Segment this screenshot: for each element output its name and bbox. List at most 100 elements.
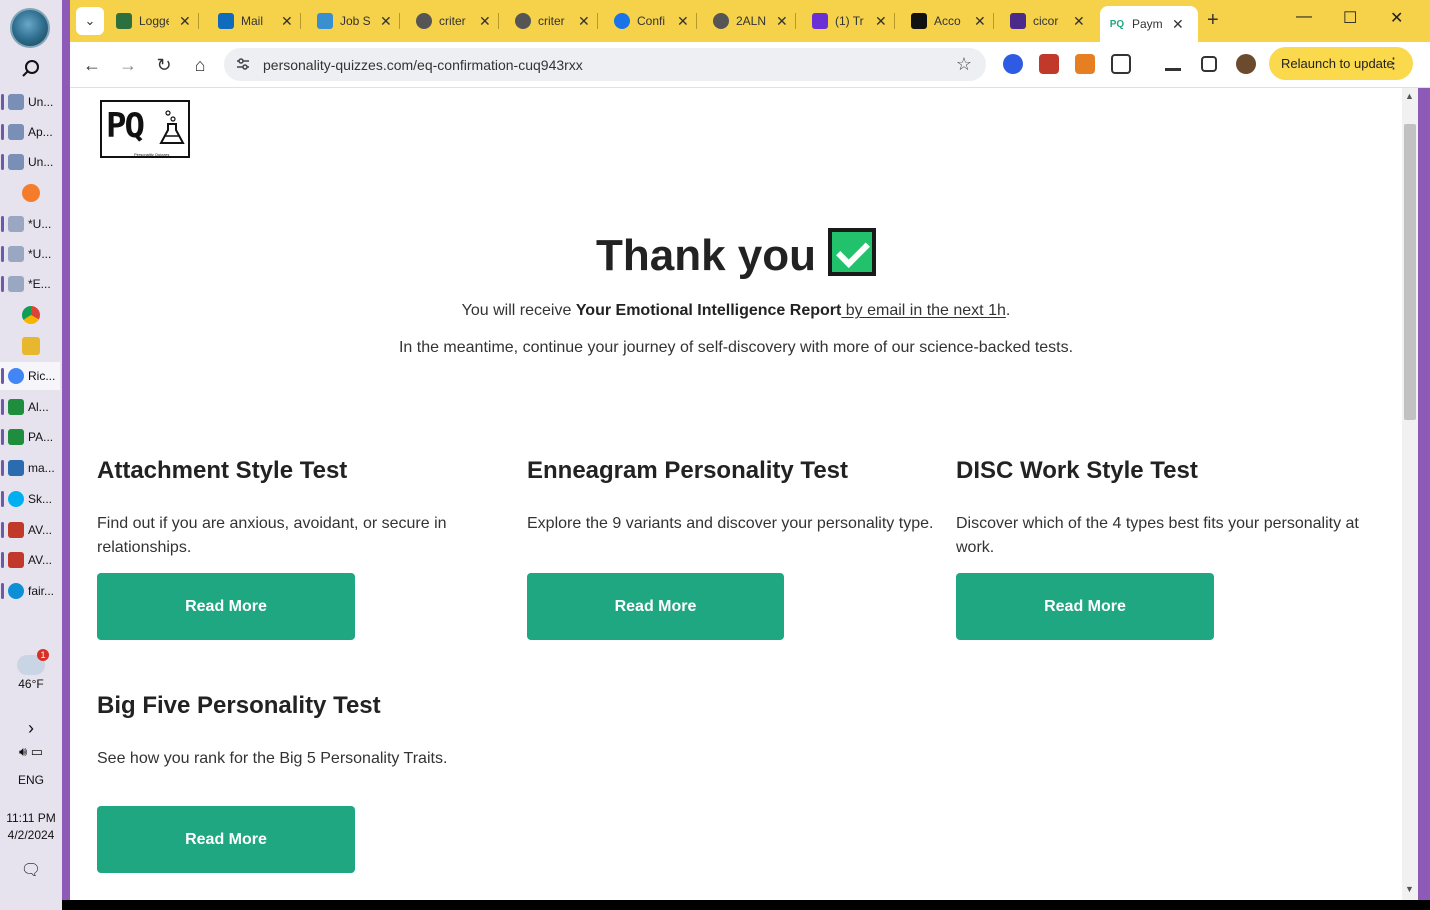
test-card-big-five: Big Five Personality Test See how you ra…	[97, 692, 517, 873]
tab-search-button[interactable]: ⌄	[76, 7, 104, 35]
tab[interactable]: (1) Tr ✕	[812, 6, 895, 36]
taskbar-item[interactable]: fair...	[0, 577, 60, 605]
close-icon[interactable]: ✕	[578, 13, 590, 30]
side-panel-icon[interactable]	[1201, 56, 1217, 72]
tab[interactable]: Confi ✕	[614, 6, 697, 36]
clock-time[interactable]: 11:11 PM	[0, 811, 62, 825]
read-more-button[interactable]: Read More	[97, 806, 355, 873]
close-icon[interactable]: ✕	[281, 13, 293, 30]
extensions-puzzle-icon[interactable]	[1111, 54, 1131, 74]
read-more-button[interactable]: Read More	[97, 573, 355, 640]
close-icon[interactable]: ✕	[677, 13, 689, 30]
taskbar-item[interactable]: *U...	[0, 240, 60, 268]
taskbar-item[interactable]: Ap...	[0, 118, 60, 146]
new-tab-button[interactable]: +	[1207, 9, 1219, 32]
search-icon[interactable]	[20, 58, 42, 80]
tab-favicon-icon: PQ	[1109, 18, 1125, 30]
tab-title: Job S	[340, 14, 370, 28]
chrome-icon	[8, 368, 24, 384]
taskbar-item[interactable]: Al...	[0, 393, 60, 421]
url-text[interactable]: personality-quizzes.com/eq-confirmation-…	[263, 57, 583, 73]
close-icon[interactable]: ✕	[479, 13, 491, 30]
test-card-disc: DISC Work Style Test Discover which of t…	[956, 457, 1376, 640]
maximize-icon[interactable]: ☐	[1343, 8, 1357, 28]
bookmark-star-icon[interactable]: ☆	[956, 54, 972, 75]
tab[interactable]: criter ✕	[515, 6, 598, 36]
extension-icon[interactable]	[1039, 54, 1059, 74]
scrollbar-thumb[interactable]	[1404, 124, 1416, 420]
taskbar-item[interactable]: AV...	[0, 546, 60, 574]
app-icon	[8, 460, 24, 476]
language-indicator[interactable]: ENG	[0, 773, 62, 787]
close-icon[interactable]: ✕	[179, 13, 191, 30]
scroll-up-icon[interactable]: ▲	[1405, 91, 1414, 101]
zoom-extension-icon[interactable]	[1003, 54, 1023, 74]
start-button[interactable]	[10, 8, 50, 48]
clock-date[interactable]: 4/2/2024	[0, 828, 62, 842]
receive-message: You will receive Your Emotional Intellig…	[70, 302, 1402, 320]
taskbar-item-label: Ric...	[28, 369, 56, 383]
page-title: Thank you	[70, 228, 1402, 281]
taskbar-item[interactable]: *U...	[0, 210, 60, 238]
volume-icon[interactable]: 🔊︎ ▭	[0, 744, 62, 760]
tab[interactable]: Mail ✕	[218, 6, 301, 36]
notification-icon[interactable]: 🗨︎	[0, 860, 62, 880]
taskbar-item[interactable]: Un...	[0, 148, 60, 176]
tab[interactable]: Job S ✕	[317, 6, 400, 36]
close-icon[interactable]: ✕	[380, 13, 392, 30]
chrome-icon[interactable]	[22, 306, 40, 324]
check-mark-icon	[828, 228, 877, 276]
home-icon[interactable]: ⌂	[188, 53, 212, 77]
taskbar-item[interactable]: ma...	[0, 454, 60, 482]
taskbar-item[interactable]: *E...	[0, 270, 60, 298]
site-logo[interactable]: PQ Personality Quizzes	[100, 100, 190, 158]
window-close-icon[interactable]: ✕	[1390, 8, 1403, 28]
read-more-button[interactable]: Read More	[956, 573, 1214, 640]
metamask-icon[interactable]	[1075, 54, 1095, 74]
delivery-note: by email in the next 1h	[841, 302, 1006, 319]
close-icon[interactable]: ✕	[974, 13, 986, 30]
notepad-icon	[8, 216, 24, 232]
relaunch-button[interactable]: Relaunch to update ⋮	[1269, 47, 1413, 80]
taskbar-item-label: *U...	[28, 247, 52, 261]
avatar[interactable]	[1236, 54, 1256, 74]
site-settings-icon[interactable]	[235, 56, 251, 72]
tab[interactable]: Acco ✕	[911, 6, 994, 36]
address-bar[interactable]: personality-quizzes.com/eq-confirmation-…	[224, 48, 986, 81]
minimize-icon[interactable]: —	[1296, 8, 1312, 26]
close-icon[interactable]: ✕	[875, 13, 887, 30]
chevron-right-icon[interactable]: ›	[0, 718, 62, 739]
tab[interactable]: criter ✕	[416, 6, 499, 36]
media-control-icon[interactable]	[1165, 57, 1181, 71]
scroll-down-icon[interactable]: ▼	[1405, 884, 1414, 894]
close-icon[interactable]: ✕	[1073, 13, 1085, 30]
relaunch-label: Relaunch to update	[1281, 56, 1394, 71]
weather-badge: 1	[37, 649, 49, 661]
taskbar-item[interactable]: Ric...	[0, 362, 60, 390]
page-scrollbar[interactable]: ▲ ▼	[1402, 88, 1418, 900]
tab[interactable]: cicor ✕	[1010, 6, 1085, 36]
menu-kebab-icon[interactable]: ⋮	[1386, 54, 1401, 72]
app-icon[interactable]	[22, 184, 40, 202]
back-icon[interactable]: ←	[80, 53, 104, 77]
tab[interactable]: 2ALN ✕	[713, 6, 796, 36]
taskbar-item[interactable]: AV...	[0, 516, 60, 544]
folder-icon[interactable]	[22, 337, 40, 355]
reload-icon[interactable]: ↻	[152, 53, 176, 77]
taskbar-item[interactable]: PA...	[0, 423, 60, 451]
taskbar: Un... Ap... Un... *U... *U... *E... Ric.…	[0, 0, 62, 910]
tab-favicon-icon	[218, 13, 234, 29]
report-name: Your Emotional Intelligence Report	[575, 302, 842, 319]
forward-icon[interactable]: →	[116, 53, 140, 77]
taskbar-item-label: Sk...	[28, 492, 53, 506]
taskbar-item[interactable]: Sk...	[0, 485, 60, 513]
close-icon[interactable]: ✕	[776, 13, 788, 30]
tab-active[interactable]: PQ Paym ✕	[1100, 6, 1198, 42]
taskbar-item[interactable]: Un...	[0, 88, 60, 116]
taskbar-item-label: Un...	[28, 155, 54, 169]
read-more-button[interactable]: Read More	[527, 573, 784, 640]
close-icon[interactable]: ✕	[1172, 16, 1184, 33]
taskbar-item-label: AV...	[28, 523, 53, 537]
tab[interactable]: Logge ✕	[116, 6, 199, 36]
weather-widget[interactable]: 1 46°F	[8, 649, 54, 691]
